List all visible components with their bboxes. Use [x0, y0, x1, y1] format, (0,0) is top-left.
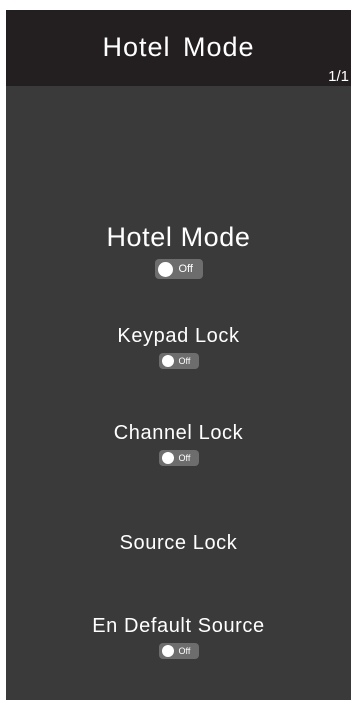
toggle-state: Off [178, 263, 193, 275]
source-lock-label: Source Lock [119, 532, 238, 554]
channel-lock-label: Channel Lock [113, 422, 244, 444]
en-default-source-label: En Default Source [92, 615, 265, 637]
toggle-knob-icon [157, 261, 173, 277]
menu-header: Hotel Mode 1/1 [6, 10, 351, 86]
menu-item-en-default-source[interactable]: En Default Source Off [6, 615, 351, 662]
hotel-mode-toggle[interactable]: Off [154, 259, 203, 279]
menu-title: Hotel Mode [102, 32, 255, 62]
en-default-source-toggle[interactable]: Off [158, 643, 199, 659]
toggle-state: Off [178, 646, 191, 656]
menu-item-source-lock[interactable]: Source Lock [6, 532, 351, 555]
toggle-state: Off [178, 453, 191, 463]
toggle-knob-icon [161, 452, 174, 464]
keypad-lock-toggle[interactable]: Off [158, 353, 199, 369]
channel-lock-toggle[interactable]: Off [158, 450, 199, 466]
menu-item-channel-lock[interactable]: Channel Lock Off [6, 422, 351, 469]
toggle-state: Off [178, 356, 191, 366]
keypad-lock-label: Keypad Lock [117, 325, 240, 347]
toggle-knob-icon [161, 355, 174, 367]
page-indicator: 1/1 [328, 68, 349, 85]
menu-item-keypad-lock[interactable]: Keypad Lock Off [6, 325, 351, 372]
tv-menu-screen: Hotel Mode 1/1 Hotel Mode Off Keypad Loc… [6, 10, 351, 700]
menu-item-hotel-mode[interactable]: Hotel Mode Off [6, 222, 351, 282]
toggle-knob-icon [161, 645, 174, 657]
hotel-mode-label: Hotel Mode [106, 222, 251, 252]
